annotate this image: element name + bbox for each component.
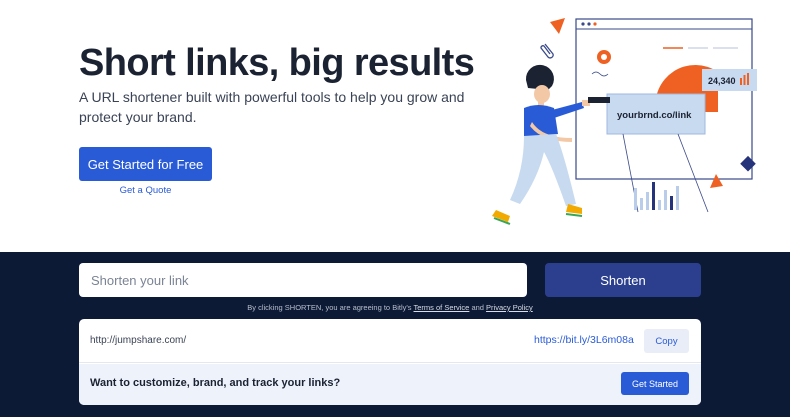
stat-card: 24,340 [702,69,757,91]
bar-graph-graphic [634,182,679,210]
stat-value: 24,340 [708,76,736,86]
terms-prefix-text: By clicking SHORTEN, you are agreeing to… [247,303,414,312]
copy-button[interactable]: Copy [644,329,689,353]
terms-and-text: and [469,303,487,312]
shorten-button[interactable]: Shorten [545,263,701,297]
link-card-label: yourbrnd.co/link [617,110,692,121]
hero-headline: Short links, big results [79,42,475,84]
promo-text: Want to customize, brand, and track your… [90,377,341,389]
promo-row: Want to customize, brand, and track your… [79,364,701,405]
link-card: yourbrnd.co/link [606,93,706,135]
result-card: http://jumpshare.com/ https://bit.ly/3L6… [79,319,701,405]
shorten-link-input[interactable] [79,263,527,297]
hero-section: Short links, big results A URL shortener… [0,0,790,252]
shortener-panel: Shorten By clicking SHORTEN, you are agr… [0,252,790,417]
hero-subline: A URL shortener built with powerful tool… [79,89,465,125]
paperclip-icon [540,43,554,59]
original-url: http://jumpshare.com/ [90,335,187,346]
terms-of-service-link[interactable]: Terms of Service [414,303,470,312]
terms-notice: By clicking SHORTEN, you are agreeing to… [79,303,701,312]
privacy-policy-link[interactable]: Privacy Policy [486,303,533,312]
promo-get-started-button[interactable]: Get Started [621,372,689,395]
get-a-quote-link[interactable]: Get a Quote [79,185,212,196]
get-started-free-button[interactable]: Get Started for Free [79,147,212,181]
shortened-link-row: http://jumpshare.com/ https://bit.ly/3L6… [79,319,701,363]
orange-triangle-shape [550,18,565,34]
hero-illustration: 24,340 yourbrnd.co/link [492,18,757,225]
short-url-link[interactable]: https://bit.ly/3L6m08a [534,334,634,346]
